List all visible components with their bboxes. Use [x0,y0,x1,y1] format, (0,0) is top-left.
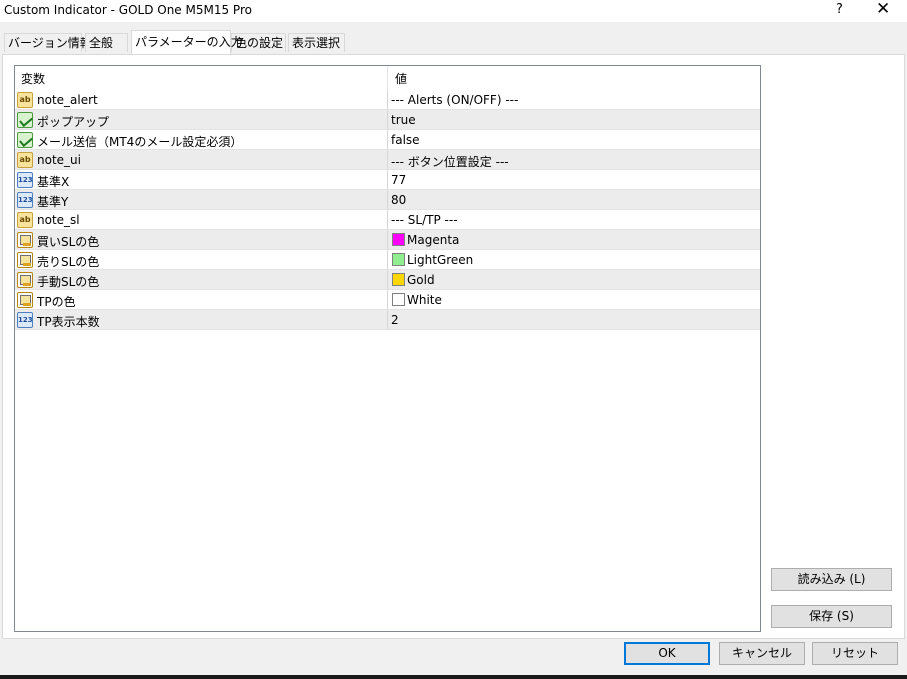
parameter-value[interactable]: 77 [391,173,406,187]
parameter-row[interactable]: 123 基準X 77 [15,170,760,190]
cancel-button[interactable]: キャンセル [719,642,805,665]
parameter-name: note_ui [37,153,81,167]
parameter-value[interactable]: LightGreen [407,253,473,267]
window-title: Custom Indicator - GOLD One M5M15 Pro [4,3,252,17]
color-type-icon [17,232,33,248]
parameter-row[interactable]: TPの色 White [15,290,760,310]
parameter-name: TP表示本数 [37,315,100,329]
boolean-type-icon [17,132,33,148]
parameter-row[interactable]: ab note_ui --- ボタン位置設定 --- [15,150,760,170]
load-button[interactable]: 読み込み (L) [771,568,892,591]
string-type-icon: ab [17,212,33,228]
parameter-name: ポップアップ [37,115,110,129]
color-swatch [392,233,405,246]
parameters-grid: 変数 値 ab note_alert --- Alerts (ON/OFF) ---… [14,65,761,632]
parameter-value[interactable]: true [391,113,416,127]
title-bar: Custom Indicator - GOLD One M5M15 Pro ? … [0,0,907,22]
ok-button[interactable]: OK [624,642,710,665]
parameter-name: note_alert [37,93,98,107]
parameter-row[interactable]: ab note_alert --- Alerts (ON/OFF) --- [15,90,760,110]
parameter-row[interactable]: 123 基準Y 80 [15,190,760,210]
parameter-row[interactable]: 123 TP表示本数 2 [15,310,760,330]
parameter-name: メール送信（MT4のメール設定必須） [37,135,243,149]
parameter-value[interactable]: --- ボタン位置設定 --- [391,153,509,170]
parameter-row[interactable]: 手動SLの色 Gold [15,270,760,290]
parameter-value[interactable]: 80 [391,193,406,207]
parameter-name: 手動SLの色 [37,275,100,289]
parameter-name: 売りSLの色 [37,255,100,269]
parameter-name: 買いSLの色 [37,235,100,249]
parameter-row[interactable]: ab note_sl --- SL/TP --- [15,210,760,230]
parameter-value[interactable]: --- Alerts (ON/OFF) --- [391,93,518,107]
parameter-row[interactable]: 買いSLの色 Magenta [15,230,760,250]
close-button[interactable]: ✕ [876,0,890,19]
save-button[interactable]: 保存 (S) [771,605,892,628]
parameter-name: TPの色 [37,295,76,309]
tab-strip: バージョン情報 全般 パラメーターの入力 色の設定 表示選択 [0,30,907,55]
parameter-value[interactable]: false [391,133,420,147]
integer-type-icon: 123 [17,192,33,208]
parameter-row[interactable]: ポップアップ true [15,110,760,130]
parameter-row[interactable]: 売りSLの色 LightGreen [15,250,760,270]
color-type-icon [17,252,33,268]
parameter-value[interactable]: --- SL/TP --- [391,213,458,227]
tab-input-parameters[interactable]: パラメーターの入力 [131,30,243,54]
color-swatch [392,253,405,266]
string-type-icon: ab [17,92,33,108]
tab-version-info[interactable]: バージョン情報 [4,33,92,52]
color-swatch [392,293,405,306]
color-swatch [392,273,405,286]
help-button[interactable]: ? [836,2,843,17]
integer-type-icon: 123 [17,312,33,328]
reset-button[interactable]: リセット [812,642,898,665]
column-header-variable[interactable]: 変数 [21,70,45,87]
taskbar-strip [0,675,907,679]
parameter-row[interactable]: メール送信（MT4のメール設定必須） false [15,130,760,150]
parameter-value[interactable]: Magenta [407,233,459,247]
string-type-icon: ab [17,152,33,168]
parameter-value[interactable]: Gold [407,273,435,287]
color-type-icon [17,272,33,288]
tab-general[interactable]: 全般 [85,33,128,52]
parameter-value[interactable]: 2 [391,313,399,327]
parameter-value[interactable]: White [407,293,442,307]
tab-visualization[interactable]: 表示選択 [288,33,345,52]
color-type-icon [17,292,33,308]
boolean-type-icon [17,112,33,128]
parameter-name: note_sl [37,213,80,227]
integer-type-icon: 123 [17,172,33,188]
column-header-value[interactable]: 値 [395,70,407,87]
grid-header: 変数 値 [15,66,760,90]
parameter-name: 基準X [37,175,70,189]
parameter-name: 基準Y [37,195,69,209]
